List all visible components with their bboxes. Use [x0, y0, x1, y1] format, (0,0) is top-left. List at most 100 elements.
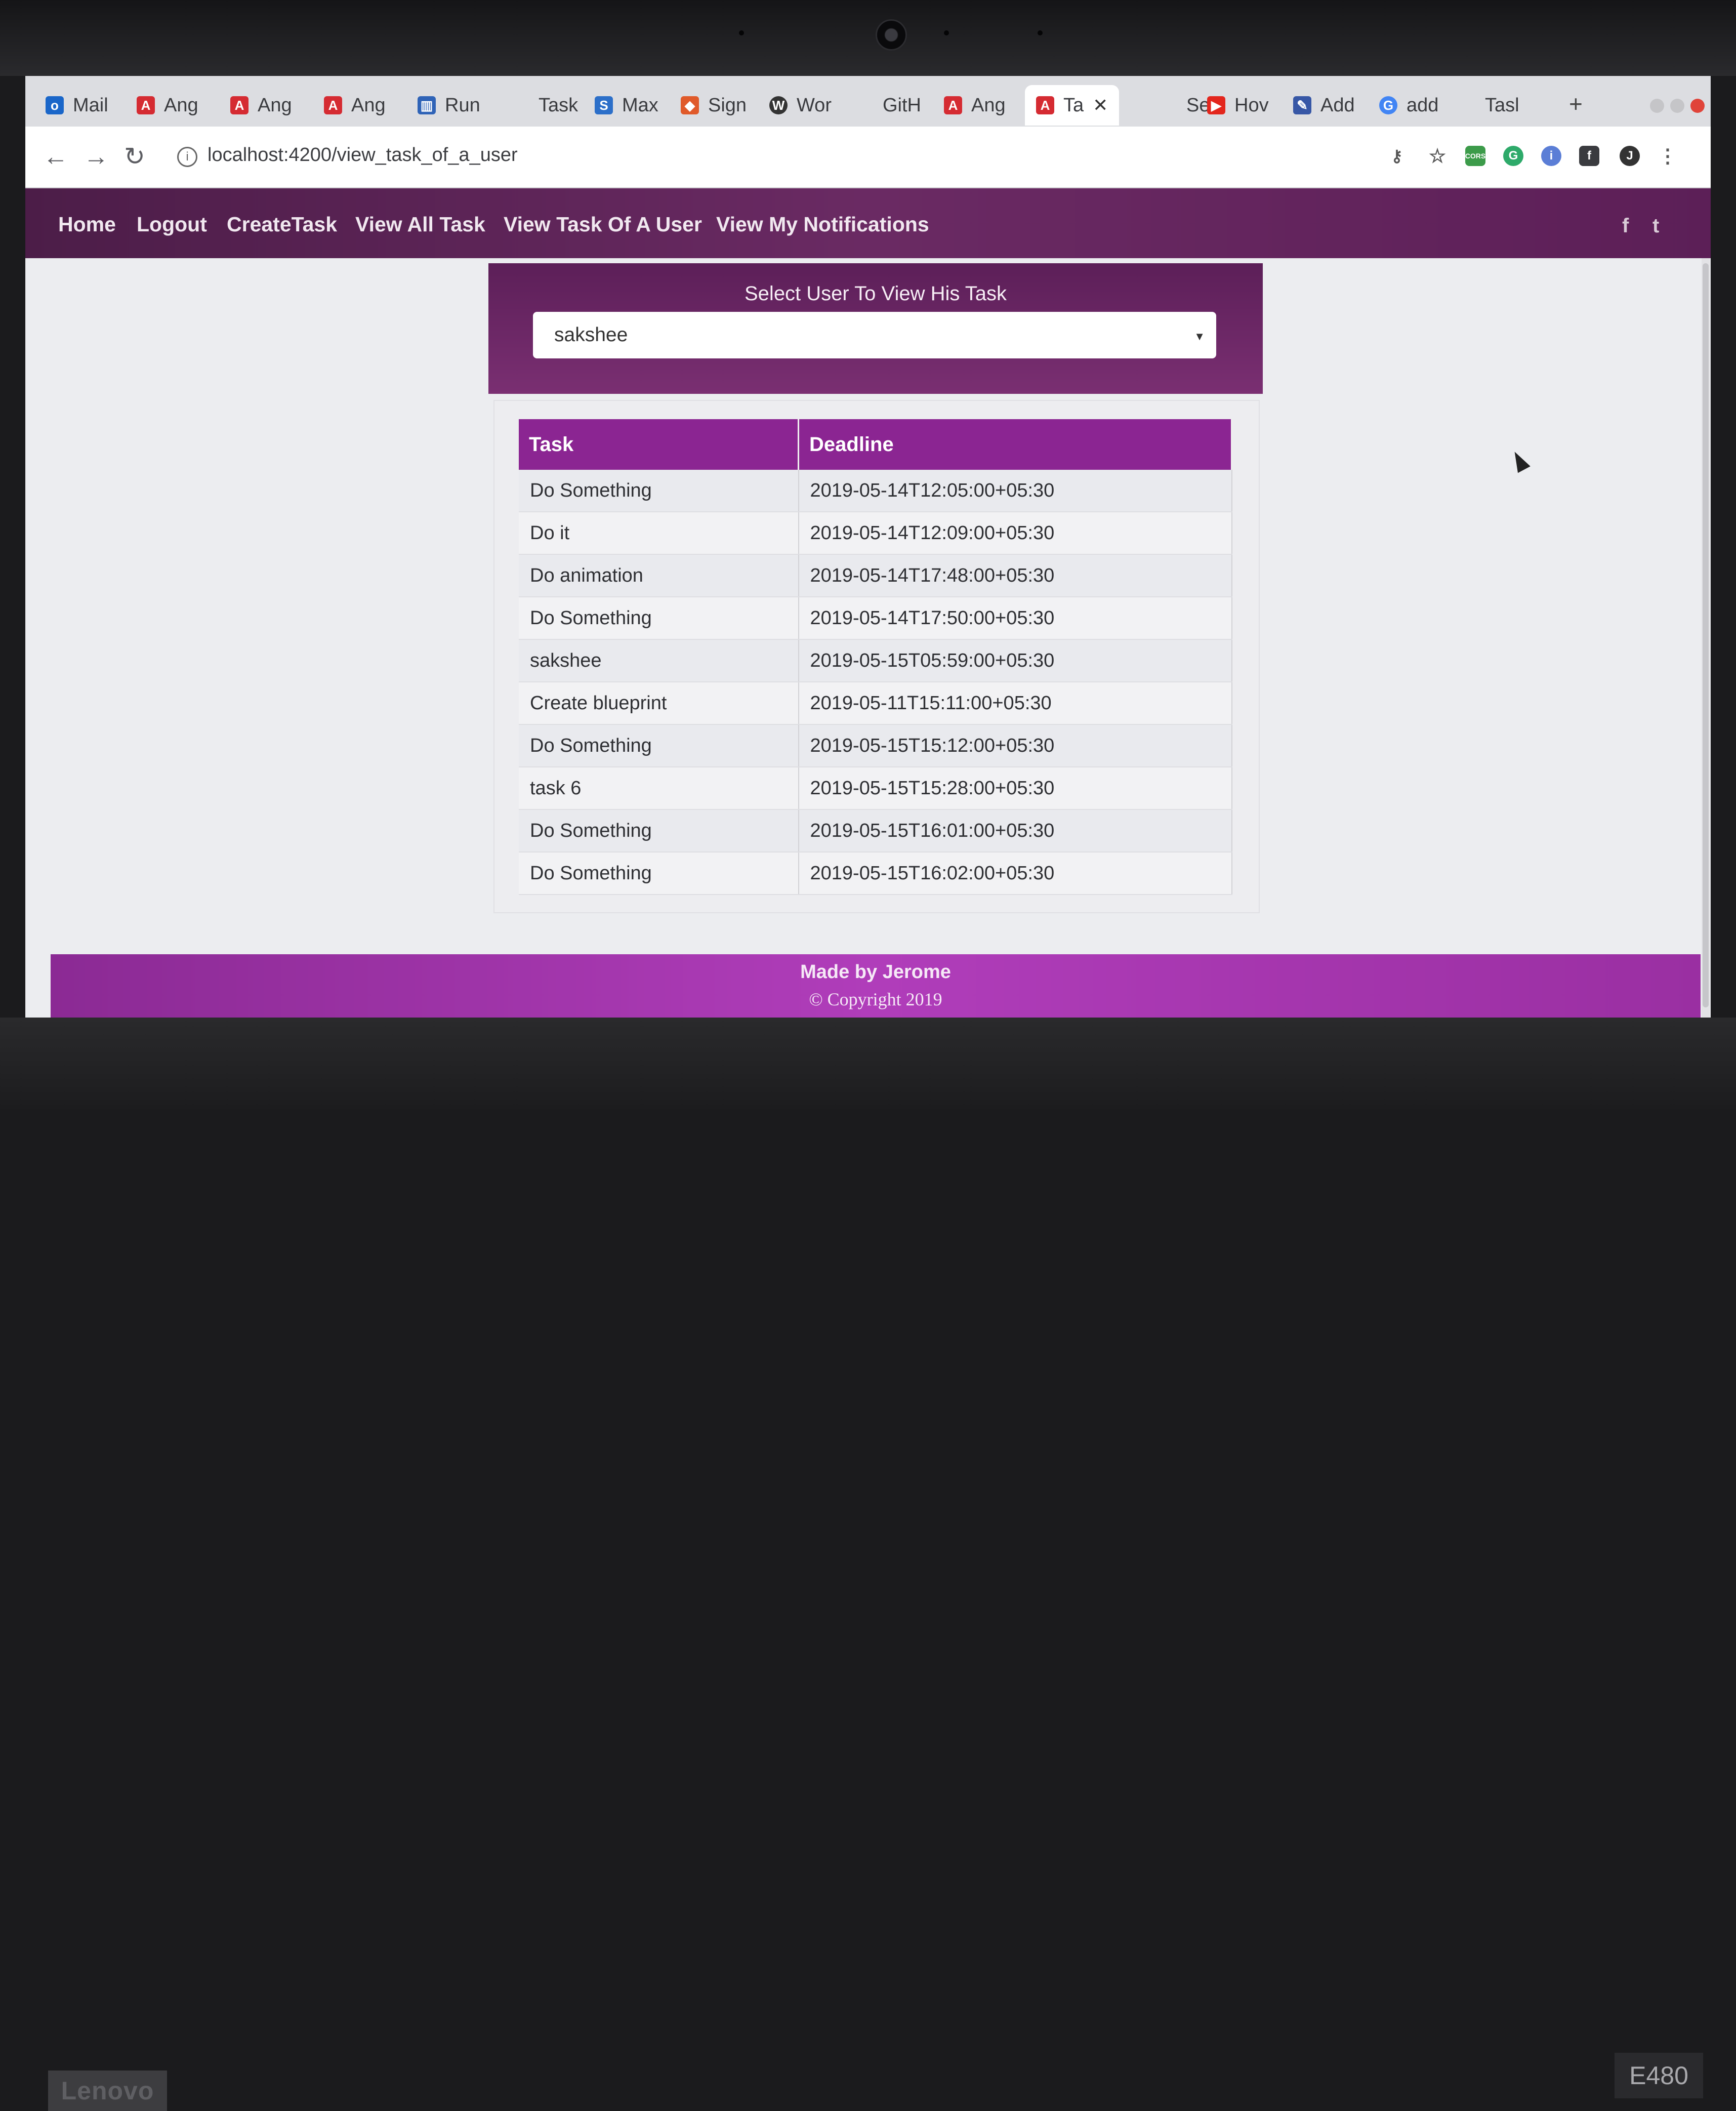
- browser-tab[interactable]: A Ang: [324, 85, 386, 126]
- table-row: sakshee 2019-05-15T05:59:00+05:30: [519, 639, 1232, 682]
- table-row: Do Something 2019-05-14T17:50:00+05:30: [519, 597, 1232, 640]
- facebook-icon[interactable]: f: [1622, 215, 1629, 237]
- nav-notifications-link[interactable]: View My Notifications: [716, 213, 929, 236]
- browser-tab[interactable]: A Ang: [230, 85, 292, 126]
- nav-view-task-of-user-link[interactable]: View Task Of A User: [504, 213, 702, 236]
- browser-tab[interactable]: A Ang: [944, 85, 1006, 126]
- header-deadline: Deadline: [798, 419, 1232, 470]
- footer-copyright: © Copyright 2019: [809, 989, 942, 1009]
- task-cell: sakshee: [519, 639, 799, 682]
- nav-create-task-link[interactable]: CreateTask: [227, 213, 337, 236]
- info-icon[interactable]: i: [177, 147, 197, 167]
- task-cell: Do Something: [519, 470, 799, 512]
- tab-label: Task: [539, 94, 578, 116]
- browser-tab[interactable]: ▶ Hov: [1207, 85, 1269, 126]
- close-window-button[interactable]: [1690, 99, 1705, 113]
- back-arrow-icon[interactable]: ←: [43, 142, 68, 171]
- deadline-cell: 2019-05-15T15:28:00+05:30: [798, 767, 1232, 810]
- browser-tab[interactable]: ✎ Add: [1293, 85, 1355, 126]
- reload-icon[interactable]: ↻: [124, 142, 145, 171]
- page-footer: Made by Jerome © Copyright 2019: [51, 954, 1701, 1018]
- extension-icon[interactable]: i: [1541, 146, 1561, 166]
- deadline-cell: 2019-05-14T12:09:00+05:30: [798, 512, 1232, 555]
- browser-tab[interactable]: A Ang: [137, 85, 198, 126]
- browser-tab[interactable]: ◆ Sign: [681, 85, 747, 126]
- browser-tab-strip: o Mail A Ang A Ang A Ang ▥ Run Task S Ma…: [25, 76, 1711, 127]
- task-cell: Do Something: [519, 724, 799, 767]
- angular-icon: A: [230, 96, 249, 114]
- table-row: Do it 2019-05-14T12:09:00+05:30: [519, 512, 1232, 555]
- brand-logo: Lenovo: [48, 2071, 167, 2111]
- table-row: Do Something 2019-05-15T16:02:00+05:30: [519, 852, 1232, 895]
- stackblitz-icon: ▥: [418, 96, 436, 114]
- user-select-dropdown[interactable]: sakshee ▼: [533, 312, 1216, 358]
- page-icon: [511, 96, 529, 114]
- browser-toolbar: ← → ↻ i localhost:4200/view_task_of_a_us…: [25, 127, 1711, 188]
- close-tab-icon[interactable]: ✕: [1093, 95, 1108, 116]
- browser-tab-active[interactable]: A Ta ✕: [1025, 85, 1120, 126]
- address-bar[interactable]: localhost:4200/view_task_of_a_user: [208, 144, 518, 166]
- gitlab-icon: ◆: [681, 96, 699, 114]
- forward-arrow-icon[interactable]: →: [84, 142, 109, 171]
- table-row: Do Something 2019-05-15T15:12:00+05:30: [519, 724, 1232, 767]
- table-header-row: Task Deadline: [519, 419, 1232, 470]
- table-row: Do Something 2019-05-14T12:05:00+05:30: [519, 470, 1232, 512]
- nav-home-link[interactable]: Home: [58, 213, 116, 236]
- scrollbar-thumb[interactable]: [1703, 263, 1709, 1007]
- laptop-bezel-top: [0, 0, 1736, 76]
- sensor-dot: [944, 30, 949, 35]
- deadline-cell: 2019-05-11T15:11:00+05:30: [798, 682, 1232, 725]
- footer-made-by: Made by Jerome: [800, 961, 951, 983]
- tab-label: Ang: [351, 94, 386, 116]
- tab-label: Max: [622, 94, 658, 116]
- browser-tab[interactable]: Task: [511, 85, 578, 126]
- deadline-cell: 2019-05-14T17:50:00+05:30: [798, 597, 1232, 640]
- deadline-cell: 2019-05-15T15:12:00+05:30: [798, 724, 1232, 767]
- panel-title: Select User To View His Task: [745, 282, 1007, 305]
- grammarly-icon[interactable]: G: [1503, 146, 1523, 166]
- nav-view-all-task-link[interactable]: View All Task: [355, 213, 485, 236]
- menu-dots-icon[interactable]: ⋮: [1658, 146, 1678, 167]
- new-tab-button[interactable]: +: [1569, 90, 1583, 117]
- twitter-icon[interactable]: t: [1652, 215, 1659, 237]
- page-scrollbar[interactable]: [1702, 258, 1710, 1018]
- angular-icon: A: [1036, 96, 1054, 114]
- laptop-screen: o Mail A Ang A Ang A Ang ▥ Run Task S Ma…: [25, 76, 1711, 1018]
- angular-icon: A: [324, 96, 342, 114]
- profile-avatar[interactable]: J: [1620, 146, 1640, 166]
- nav-logout-link[interactable]: Logout: [137, 213, 207, 236]
- browser-tab[interactable]: Tasl: [1458, 85, 1519, 126]
- browser-tab[interactable]: ▥ Run: [418, 85, 480, 126]
- tab-label: Add: [1320, 94, 1355, 116]
- sensor-dot: [739, 30, 744, 35]
- key-icon[interactable]: ⚷: [1387, 146, 1407, 166]
- task-table: Task Deadline Do Something 2019-05-14T12:…: [519, 419, 1232, 895]
- angular-icon: A: [137, 96, 155, 114]
- task-cell: Do it: [519, 512, 799, 555]
- browser-tab[interactable]: W Wor: [769, 85, 832, 126]
- task-cell: Do animation: [519, 554, 799, 597]
- bookmark-star-icon[interactable]: ☆: [1427, 146, 1448, 167]
- deadline-cell: 2019-05-15T16:02:00+05:30: [798, 852, 1232, 895]
- angular-icon: A: [944, 96, 962, 114]
- tab-label: Ta: [1063, 94, 1084, 116]
- browser-tab[interactable]: S Max: [595, 85, 658, 126]
- browser-tab[interactable]: GitH: [855, 85, 921, 126]
- tab-label: Wor: [797, 94, 832, 116]
- page-icon: [1458, 96, 1476, 114]
- browser-tab[interactable]: o Mail: [46, 85, 108, 126]
- deadline-cell: 2019-05-15T16:01:00+05:30: [798, 809, 1232, 852]
- maximize-button[interactable]: [1670, 99, 1684, 113]
- chevron-down-icon: ▼: [1194, 330, 1205, 343]
- tab-label: Ang: [258, 94, 292, 116]
- minimize-button[interactable]: [1650, 99, 1664, 113]
- app-navbar: Home Logout CreateTask View All Task Vie…: [25, 188, 1711, 258]
- selected-user: sakshee: [554, 324, 628, 346]
- tab-label: Ang: [164, 94, 198, 116]
- browser-tab[interactable]: G add: [1379, 85, 1438, 126]
- cors-extension-icon[interactable]: CORS: [1465, 146, 1485, 166]
- facebook-extension-icon[interactable]: f: [1579, 146, 1599, 166]
- sensor-dot: [1038, 30, 1043, 35]
- header-task: Task: [519, 419, 799, 470]
- tab-label: Tasl: [1485, 94, 1519, 116]
